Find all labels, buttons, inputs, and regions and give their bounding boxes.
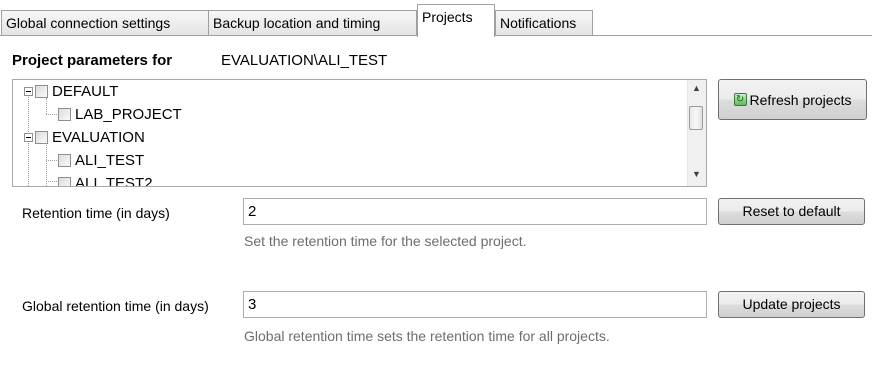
retention-time-label: Retention time (in days) [22,205,170,221]
reset-to-default-button[interactable]: Reset to default [718,198,865,225]
tree-item-checkbox[interactable] [58,153,71,167]
global-retention-time-label: Global retention time (in days) [22,298,209,314]
tab-notifications[interactable]: Notifications [495,10,593,35]
retention-time-input[interactable] [243,198,707,225]
tree-item-label: EVALUATION [52,128,145,146]
tab-strip: Global connection settings Backup locati… [0,0,872,37]
tree-item-checkbox[interactable] [35,84,48,98]
tree-item-checkbox[interactable] [58,176,71,186]
update-projects-button[interactable]: Update projects [718,291,865,318]
tree-connector-line [46,114,57,115]
tree-item-lab-project[interactable]: LAB_PROJECT [58,103,182,125]
tree-item-ali-test2[interactable]: ALI_TEST2 [58,172,153,187]
tree-connector-line [46,181,57,182]
tab-projects[interactable]: Projects [417,4,495,37]
tree-item-checkbox[interactable] [35,130,48,144]
tree-item-label: DEFAULT [52,82,119,100]
scrollbar-thumb[interactable] [689,106,703,130]
tree-item-default[interactable]: DEFAULT [24,80,118,102]
refresh-projects-label: Refresh projects [749,91,852,108]
retention-time-hint: Set the retention time for the selected … [244,233,527,249]
project-parameters-heading: Project parameters for [12,52,173,69]
refresh-icon: ↻ [733,93,747,106]
tab-backup-location-and-timing[interactable]: Backup location and timing [208,10,417,35]
collapse-icon[interactable] [24,132,33,142]
project-tree[interactable]: DEFAULT LAB_PROJECT EVALUATION ALI_TEST … [12,79,707,187]
tree-connector-line [46,160,57,161]
tree-item-ali-test[interactable]: ALI_TEST [58,149,144,171]
selected-project-name: EVALUATION\ALI_TEST [221,52,388,69]
scroll-down-icon[interactable]: ▼ [688,166,705,183]
refresh-projects-button[interactable]: ↻ Refresh projects [718,79,867,120]
tree-item-label: ALI_TEST2 [75,174,153,187]
tree-item-label: LAB_PROJECT [75,105,182,123]
global-retention-time-hint: Global retention time sets the retention… [244,328,610,344]
tree-scrollbar[interactable]: ▲ ▼ [687,80,706,186]
scroll-up-icon[interactable]: ▲ [688,80,705,97]
tab-global-connection-settings[interactable]: Global connection settings [1,10,209,35]
tree-item-checkbox[interactable] [58,107,71,121]
collapse-icon[interactable] [24,86,33,96]
global-retention-time-input[interactable] [243,291,707,318]
tree-connector-line [46,142,47,186]
tree-item-label: ALI_TEST [75,151,145,169]
tree-item-evaluation[interactable]: EVALUATION [24,126,145,148]
